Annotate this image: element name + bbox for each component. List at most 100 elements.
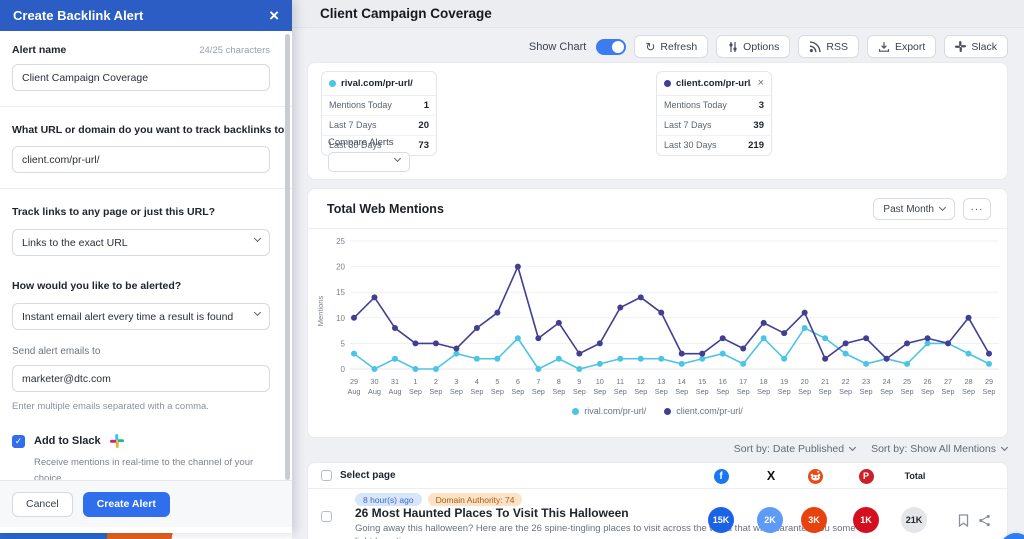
page-title: Client Campaign Coverage <box>320 6 492 21</box>
track-links-select[interactable]: Links to the exact URL <box>12 229 270 256</box>
create-alert-button[interactable]: Create Alert <box>83 492 170 517</box>
svg-text:16: 16 <box>719 377 727 386</box>
svg-text:Sep: Sep <box>901 387 914 396</box>
sort-by-mentions-dropdown[interactable]: Sort by: Show All Mentions <box>871 443 1007 455</box>
svg-text:Sep: Sep <box>696 387 709 396</box>
article-description: Going away this halloween? Here are the … <box>355 522 860 539</box>
client-summary-card: client.com/pr-url/ × Mentions Today3 Las… <box>656 71 772 156</box>
alert-emails-input[interactable] <box>12 365 270 392</box>
compare-alerts-label: Compare Alerts <box>328 137 410 148</box>
slack-button[interactable]: Slack <box>944 35 1008 58</box>
svg-text:Sep: Sep <box>942 387 955 396</box>
client-series-dot <box>664 80 671 87</box>
sort-bar: Sort by: Date Published Sort by: Show Al… <box>734 443 1007 455</box>
svg-text:Sep: Sep <box>593 387 606 396</box>
facebook-column-icon[interactable]: f <box>713 468 729 484</box>
total-column-label: Total <box>899 471 931 481</box>
chat-widget-button[interactable] <box>1000 533 1024 539</box>
svg-text:15: 15 <box>698 377 706 386</box>
show-chart-toggle[interactable] <box>596 39 626 55</box>
modal-header: Create Backlink Alert × <box>0 0 292 31</box>
remove-client-card-icon[interactable]: × <box>756 78 764 89</box>
results-panel: Select page f X P Total 8 hour(s) ago Do… <box>307 462 1008 539</box>
svg-text:Sep: Sep <box>921 387 934 396</box>
pinterest-column-icon[interactable]: P <box>858 468 874 484</box>
toolbar: Show Chart ↻ Refresh Options RSS Export <box>529 35 1008 58</box>
svg-text:Sep: Sep <box>737 387 750 396</box>
svg-text:12: 12 <box>637 377 645 386</box>
reddit-column-icon[interactable] <box>807 468 823 484</box>
article-checkbox[interactable] <box>321 511 332 522</box>
sort-by-date-dropdown[interactable]: Sort by: Date Published <box>734 443 855 455</box>
pinterest-share-count: 1K <box>853 507 879 533</box>
date-range-select[interactable]: Past Month <box>873 198 955 220</box>
svg-text:2: 2 <box>434 377 438 386</box>
chevron-down-icon <box>394 155 401 162</box>
emails-hint: Enter multiple emails separated with a c… <box>12 401 270 412</box>
alert-summary-panel: rival.com/pr-url/ Mentions Today1 Last 7… <box>307 62 1008 180</box>
svg-text:13: 13 <box>657 377 665 386</box>
svg-text:Sep: Sep <box>573 387 586 396</box>
facebook-share-count: 15K <box>708 507 734 533</box>
cancel-button[interactable]: Cancel <box>12 492 73 517</box>
svg-text:21: 21 <box>821 377 829 386</box>
options-button[interactable]: Options <box>716 35 790 58</box>
rss-button[interactable]: RSS <box>798 35 859 58</box>
svg-text:Sep: Sep <box>491 387 504 396</box>
url-section: What URL or domain do you want to track … <box>0 107 292 189</box>
select-page-checkbox[interactable] <box>321 470 332 481</box>
slack-icon <box>955 41 966 52</box>
stat-row: Mentions Today3 <box>657 96 771 116</box>
url-input[interactable] <box>12 146 270 173</box>
x-twitter-column-icon[interactable]: X <box>763 468 779 484</box>
modal-scrollbar[interactable] <box>285 34 290 480</box>
svg-text:Sep: Sep <box>675 387 688 396</box>
chart-more-button[interactable]: ··· <box>963 198 991 220</box>
svg-text:22: 22 <box>842 377 850 386</box>
send-emails-label: Send alert emails to <box>12 346 270 357</box>
close-icon[interactable]: × <box>269 7 279 24</box>
svg-text:Mentions: Mentions <box>316 296 325 327</box>
svg-text:15: 15 <box>336 288 345 297</box>
rss-icon <box>809 41 821 53</box>
legend-item-client: client.com/pr-url/ <box>664 406 743 416</box>
chevron-down-icon <box>254 309 261 316</box>
alert-name-input[interactable] <box>12 64 270 91</box>
svg-text:Sep: Sep <box>880 387 893 396</box>
stat-row: Mentions Today1 <box>322 96 436 116</box>
stat-row: Last 30 Days219 <box>657 136 771 155</box>
svg-text:Sep: Sep <box>511 387 524 396</box>
svg-text:0: 0 <box>341 365 346 374</box>
compare-alerts: Compare Alerts <box>328 137 410 172</box>
svg-text:25: 25 <box>336 237 345 246</box>
compare-alerts-select[interactable] <box>328 152 410 172</box>
svg-text:Sep: Sep <box>655 387 668 396</box>
svg-text:19: 19 <box>780 377 788 386</box>
svg-text:Sep: Sep <box>798 387 811 396</box>
export-button[interactable]: Export <box>867 35 936 58</box>
article-title-link[interactable]: 26 Most Haunted Places To Visit This Hal… <box>355 506 629 520</box>
svg-text:7: 7 <box>536 377 540 386</box>
svg-text:Aug: Aug <box>388 387 401 396</box>
svg-text:6: 6 <box>516 377 520 386</box>
client-legend-dot <box>664 408 671 415</box>
share-icon[interactable] <box>978 514 991 527</box>
domain-authority-badge: Domain Authority: 74 <box>428 493 523 506</box>
select-page-label: Select page <box>340 470 396 481</box>
refresh-button[interactable]: ↻ Refresh <box>634 35 708 58</box>
svg-text:Aug: Aug <box>368 387 381 396</box>
svg-text:5: 5 <box>341 339 346 348</box>
svg-text:Sep: Sep <box>634 387 647 396</box>
add-to-slack-checkbox[interactable]: ✓ <box>12 435 25 448</box>
article-row: 8 hour(s) ago Domain Authority: 74 26 Mo… <box>308 489 1007 539</box>
client-card-name: client.com/pr-url/ <box>676 78 751 89</box>
svg-text:17: 17 <box>739 377 747 386</box>
bookmark-icon[interactable] <box>958 514 969 527</box>
chart-area: 0510152025Mentions29Aug30Aug31Aug1Sep2Se… <box>308 229 1007 416</box>
mentions-chart-panel: Total Web Mentions Past Month ··· 051015… <box>307 188 1008 438</box>
download-icon <box>878 41 890 53</box>
reddit-share-count: 3K <box>801 507 827 533</box>
svg-text:Sep: Sep <box>409 387 422 396</box>
rival-card-name: rival.com/pr-url/ <box>341 78 429 89</box>
alert-frequency-select[interactable]: Instant email alert every time a result … <box>12 303 270 330</box>
